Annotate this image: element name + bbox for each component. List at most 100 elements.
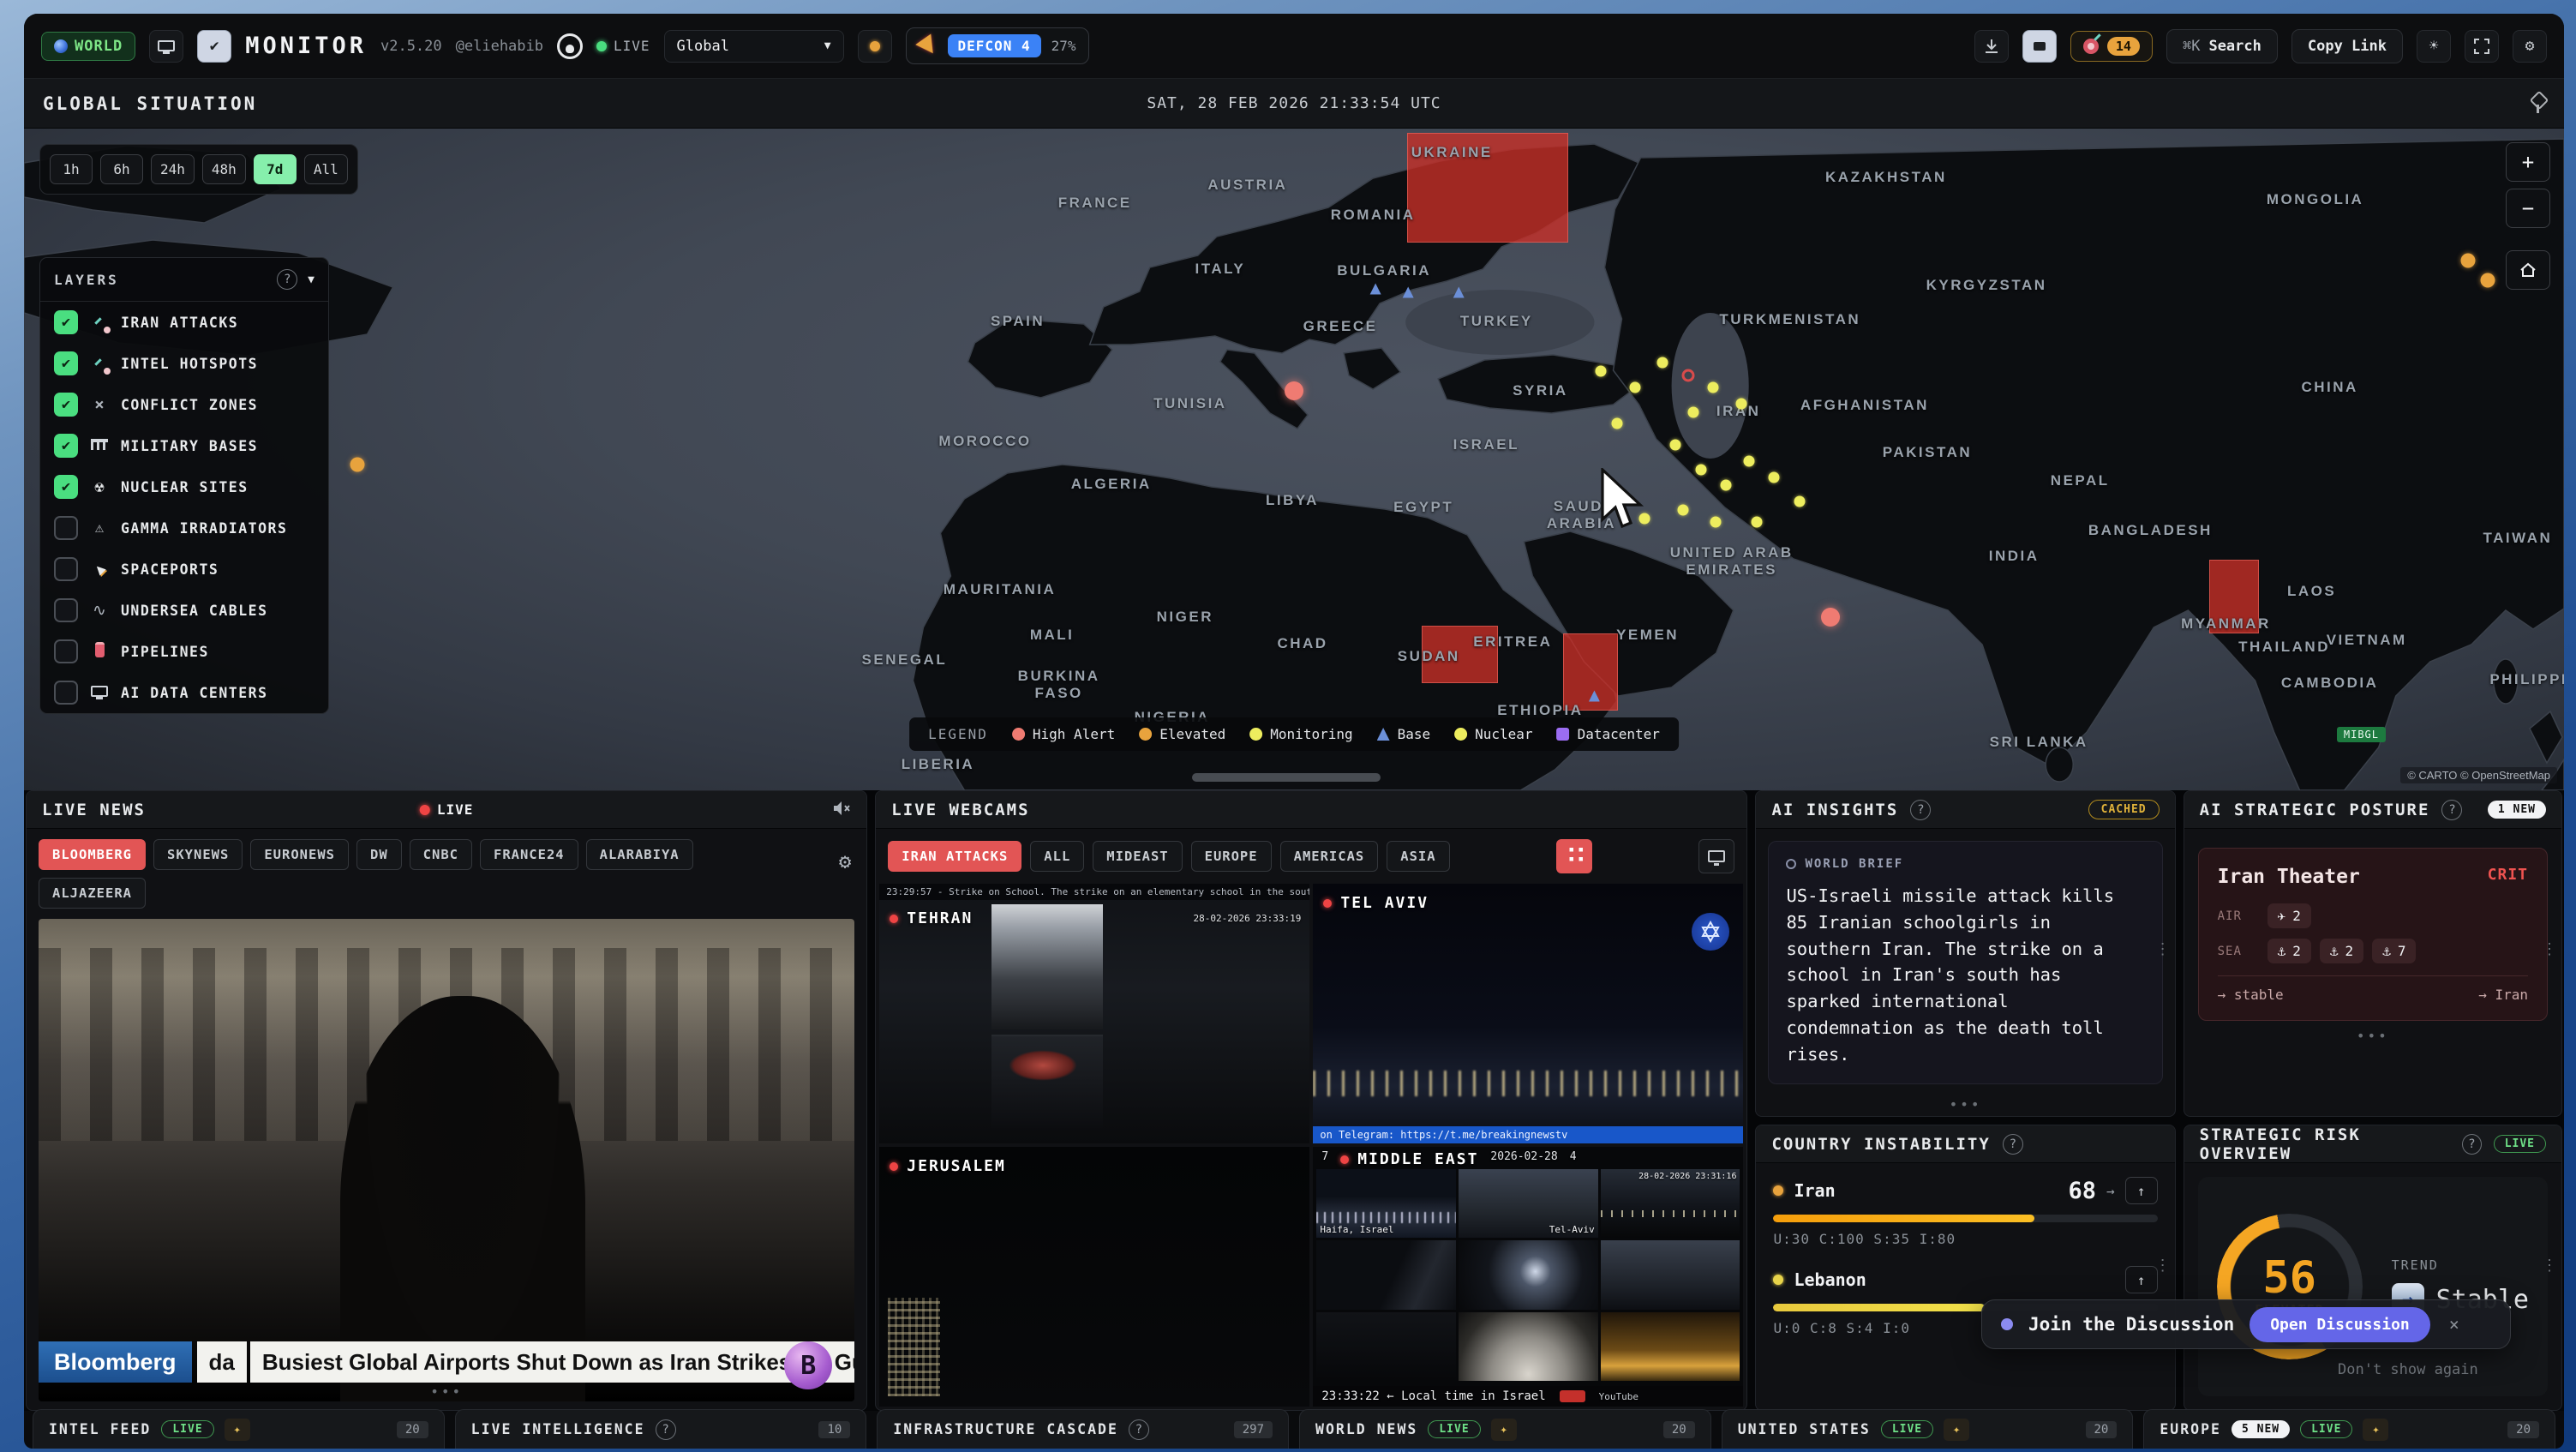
panel-drag-handle[interactable]: ••• <box>1756 1096 2174 1116</box>
webcam-tile-middle-east[interactable]: Haifa, Israel Tel-Aviv 28-02-2026 23:31:… <box>1313 1147 1743 1407</box>
help-icon[interactable]: ? <box>1129 1419 1149 1440</box>
time-range-48h[interactable]: 48h <box>202 154 246 184</box>
help-icon[interactable]: ? <box>2003 1134 2023 1155</box>
map-marker-mon[interactable] <box>1751 517 1762 528</box>
map-marker-hi[interactable] <box>1285 381 1303 400</box>
layer-checkbox[interactable]: ✔ <box>54 351 78 375</box>
time-range-7d[interactable]: 7d <box>254 154 297 184</box>
news-channel-tab-alarabiya[interactable]: ALARABIYA <box>586 839 693 870</box>
webcam-tile-jerusalem[interactable]: JERUSALEM <box>879 1147 1309 1407</box>
map-marker-mon[interactable] <box>1735 399 1746 410</box>
list-view-button[interactable] <box>1698 839 1734 873</box>
help-icon[interactable]: ? <box>277 269 297 290</box>
layer-row-ai-data-centers[interactable]: AI DATA CENTERS <box>40 672 328 713</box>
help-icon[interactable]: ? <box>2462 1134 2482 1155</box>
pip-icon-button[interactable] <box>2022 30 2057 63</box>
layer-checkbox[interactable] <box>54 557 78 581</box>
bottom-panel-infrastructure-cascade[interactable]: INFRASTRUCTURE CASCADE?297 <box>877 1409 1289 1449</box>
map-marker-mon[interactable] <box>1611 418 1622 429</box>
time-range-24h[interactable]: 24h <box>151 154 195 184</box>
bottom-panel-intel-feed[interactable]: INTEL FEEDLIVE✦20 <box>33 1409 445 1449</box>
map-marker-mon[interactable] <box>1629 382 1640 393</box>
news-channel-tab-aljazeera[interactable]: ALJAZEERA <box>39 878 146 909</box>
sparkle-icon[interactable]: ✦ <box>1491 1419 1517 1441</box>
panel-resize-handle[interactable]: ⋮ <box>2542 1257 2557 1275</box>
zoom-in-button[interactable]: + <box>2506 142 2550 182</box>
share-button[interactable]: ↑ <box>2125 1177 2158 1204</box>
chevron-down-icon[interactable]: ▼ <box>308 273 315 286</box>
help-icon[interactable]: ? <box>2441 800 2462 820</box>
time-range-all[interactable]: All <box>304 154 348 184</box>
display-icon-button[interactable] <box>149 30 183 63</box>
layer-row-conflict-zones[interactable]: ✔×CONFLICT ZONES <box>40 384 328 425</box>
toast-close-icon[interactable]: × <box>2449 1314 2459 1335</box>
map-scrollbar[interactable] <box>1192 773 1381 782</box>
notes-icon-button[interactable]: ✔ <box>197 30 231 63</box>
webcam-tab-asia[interactable]: ASIA <box>1387 841 1449 872</box>
bottom-panel-world-news[interactable]: WORLD NEWSLIVE✦20 <box>1299 1409 1711 1449</box>
sparkle-icon[interactable]: ✦ <box>225 1419 250 1441</box>
theme-button[interactable]: ☀ <box>2417 30 2451 63</box>
copy-link-button[interactable]: Copy Link <box>2291 29 2403 63</box>
layer-checkbox[interactable]: ✔ <box>54 434 78 458</box>
map-marker-mon[interactable] <box>1687 407 1698 418</box>
open-discussion-button[interactable]: Open Discussion <box>2250 1307 2430 1342</box>
webcam-tile-tehran[interactable]: 23:29:57 - Strike on School. The strike … <box>879 884 1309 1143</box>
help-icon[interactable]: ? <box>656 1419 676 1440</box>
github-icon[interactable] <box>557 33 583 59</box>
instability-row-iran[interactable]: Iran68→↑U:30 C:100 S:35 I:80 <box>1756 1163 2174 1252</box>
alerts-button[interactable]: 14 <box>2070 31 2153 62</box>
share-button[interactable]: ↑ <box>2125 1266 2158 1293</box>
layer-row-intel-hotspots[interactable]: ✔INTEL HOTSPOTS <box>40 343 328 384</box>
zoom-out-button[interactable]: − <box>2506 189 2550 228</box>
news-channel-tab-france24[interactable]: FRANCE24 <box>480 839 578 870</box>
layer-checkbox[interactable] <box>54 516 78 540</box>
layer-row-undersea-cables[interactable]: ∿UNDERSEA CABLES <box>40 590 328 631</box>
layer-checkbox[interactable] <box>54 681 78 705</box>
map-marker-ring[interactable] <box>1681 369 1694 382</box>
world-map[interactable]: FRANCEAUSTRIAUKRAINEROMANIAITALYBULGARIA… <box>24 129 2564 790</box>
webcam-tab-all[interactable]: ALL <box>1030 841 1084 872</box>
settings-button[interactable]: ⚙ <box>2513 30 2547 63</box>
map-marker-el[interactable] <box>350 458 364 472</box>
webcam-tab-europe[interactable]: EUROPE <box>1191 841 1272 872</box>
news-settings-gear-icon[interactable]: ⚙ <box>839 849 851 873</box>
webcam-tab-americas[interactable]: AMERICAS <box>1280 841 1379 872</box>
pin-icon[interactable] <box>2530 93 2545 114</box>
map-marker-el[interactable] <box>2480 273 2495 288</box>
sparkle-icon[interactable]: ✦ <box>1944 1419 1969 1441</box>
layer-checkbox[interactable] <box>54 639 78 663</box>
download-button[interactable] <box>1974 30 2009 63</box>
layer-row-military-bases[interactable]: ✔MILITARY BASES <box>40 425 328 466</box>
time-range-6h[interactable]: 6h <box>100 154 143 184</box>
webcam-tab-iran-attacks[interactable]: IRAN ATTACKS <box>888 841 1021 872</box>
news-channel-tab-bloomberg[interactable]: BLOOMBERG <box>39 839 146 870</box>
panel-resize-handle[interactable]: ⋮ <box>2542 940 2557 958</box>
map-marker-mon[interactable] <box>1720 480 1731 491</box>
defcon-indicator[interactable]: DEFCON 4 27% <box>906 27 1089 64</box>
mute-icon[interactable] <box>832 800 851 820</box>
map-marker-mon[interactable] <box>1707 382 1718 393</box>
panel-resize-handle[interactable]: ⋮ <box>2155 940 2171 958</box>
grid-view-button[interactable] <box>1556 839 1592 873</box>
news-video-player[interactable]: Bloomberg da Busiest Global Airports Shu… <box>39 919 854 1401</box>
layer-row-pipelines[interactable]: PIPELINES <box>40 631 328 672</box>
webcam-tab-mideast[interactable]: MIDEAST <box>1093 841 1182 872</box>
home-button[interactable] <box>2506 250 2550 290</box>
help-icon[interactable]: ? <box>1910 800 1931 820</box>
dont-show-again-link[interactable]: Don't show again <box>2338 1361 2478 1378</box>
news-channel-tab-dw[interactable]: DW <box>356 839 402 870</box>
map-marker-mon[interactable] <box>1695 465 1706 476</box>
bottom-panel-live-intelligence[interactable]: LIVE INTELLIGENCE?10 <box>455 1409 867 1449</box>
layer-row-spaceports[interactable]: ▲SPACEPORTS <box>40 549 328 590</box>
layer-checkbox[interactable]: ✔ <box>54 310 78 334</box>
sparkle-icon[interactable]: ✦ <box>2363 1419 2388 1441</box>
panel-resize-handle[interactable]: ⋮ <box>2155 1257 2171 1275</box>
layers-panel-header[interactable]: LAYERS ? ▼ <box>40 258 328 302</box>
map-marker-mon[interactable] <box>1794 496 1805 507</box>
map-marker-base[interactable] <box>1370 284 1381 295</box>
map-marker-mon[interactable] <box>1669 440 1680 451</box>
layer-row-nuclear-sites[interactable]: ✔☢NUCLEAR SITES <box>40 466 328 507</box>
bottom-panel-united-states[interactable]: UNITED STATESLIVE✦20 <box>1722 1409 2134 1449</box>
map-marker-mon[interactable] <box>1743 456 1754 467</box>
